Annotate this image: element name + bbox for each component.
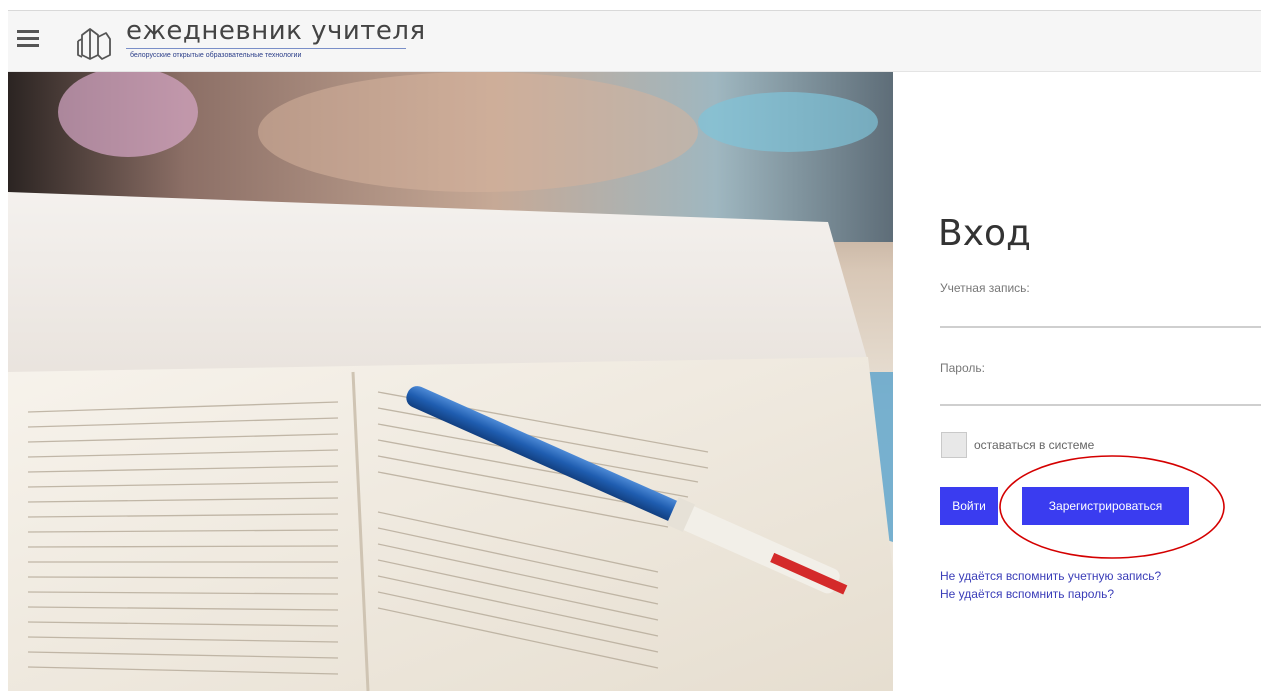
password-input[interactable] [940, 380, 1261, 406]
app-header: ежедневник учителя белорусские открытые … [8, 10, 1261, 72]
register-button[interactable]: Зарегистрироваться [1022, 487, 1189, 525]
logo-underline [126, 48, 406, 49]
password-label: Пароль: [940, 361, 985, 375]
login-button[interactable]: Войти [940, 487, 998, 525]
logo-subtitle: белорусские открытые образовательные тех… [130, 52, 302, 59]
login-title: Вход [938, 213, 1031, 254]
username-label: Учетная запись: [940, 281, 1030, 295]
remember-me-label[interactable]: оставаться в системе [974, 438, 1094, 452]
username-input[interactable] [940, 302, 1261, 328]
remember-me-checkbox[interactable] [941, 432, 967, 458]
books-logo-icon[interactable] [74, 25, 114, 61]
top-strip [0, 0, 1261, 10]
forgot-password-link[interactable]: Не удаётся вспомнить пароль? [940, 586, 1114, 602]
hamburger-menu-icon[interactable] [17, 28, 39, 48]
forgot-username-link[interactable]: Не удаётся вспомнить учетную запись? [940, 568, 1161, 584]
logo-title[interactable]: ежедневник учителя [126, 16, 426, 46]
hero-photo [8, 72, 893, 691]
open-book-with-pen-photo [8, 72, 893, 691]
